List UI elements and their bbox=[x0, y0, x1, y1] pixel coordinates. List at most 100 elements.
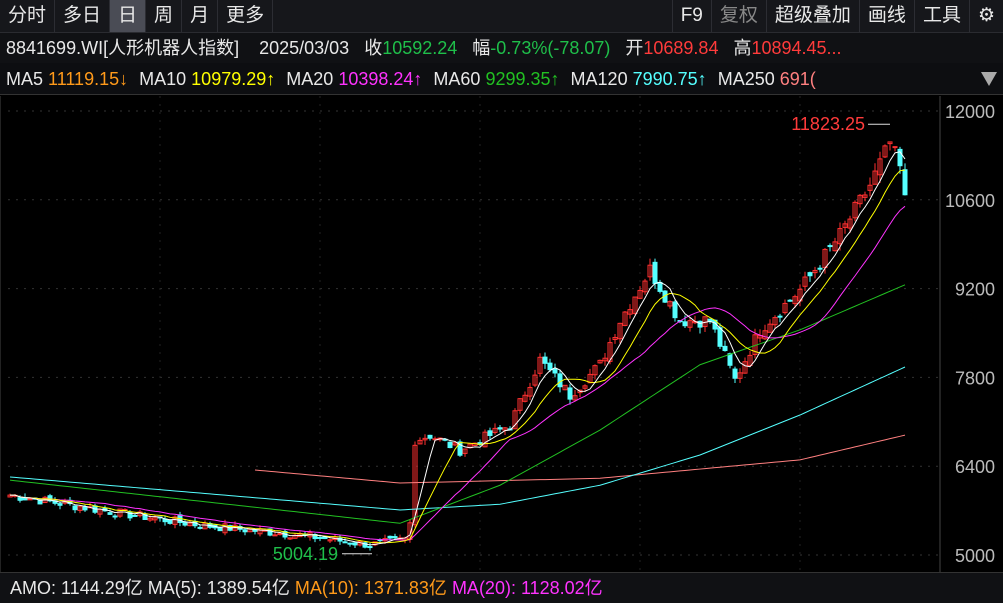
candle-down bbox=[72, 505, 78, 511]
kline-chart[interactable]: 12000 10600 9200 7800 6400 5000 11823.25 5004.1… bbox=[0, 96, 1003, 572]
y-tick-label: 9200 bbox=[955, 280, 995, 300]
candle-down bbox=[342, 541, 348, 544]
tab-intraday[interactable]: 分时 bbox=[0, 0, 56, 32]
candle-down bbox=[557, 373, 563, 388]
candle-down bbox=[427, 434, 433, 439]
min-price-label: 5004.19 bbox=[273, 544, 338, 564]
ma5-label: MA5 bbox=[6, 69, 44, 89]
candle-down bbox=[807, 272, 813, 277]
ma120-value: 7990.75↑ bbox=[632, 69, 707, 89]
amo-ma5: MA(5): 1389.54亿 bbox=[147, 578, 290, 598]
amo-ma10: MA(10): 1371.83亿 bbox=[294, 578, 447, 598]
ma250-label: MA250 bbox=[717, 69, 775, 89]
candle-down bbox=[197, 526, 203, 529]
candle-down bbox=[387, 535, 393, 539]
open-value: 10689.84 bbox=[643, 38, 719, 58]
candle-down bbox=[717, 327, 723, 347]
candle-down bbox=[722, 345, 728, 352]
ma60-label: MA60 bbox=[433, 69, 481, 89]
change-value: -0.73%(-78.07) bbox=[490, 38, 611, 58]
candle-down bbox=[827, 245, 833, 248]
candle-down bbox=[392, 536, 398, 539]
ma20-value: 10398.24↑ bbox=[338, 69, 423, 89]
candle-down bbox=[697, 320, 703, 328]
candle-down bbox=[132, 514, 138, 517]
change-label: 幅 bbox=[472, 38, 491, 58]
tab-weekly[interactable]: 周 bbox=[146, 0, 183, 32]
tools-button[interactable]: 工具 bbox=[915, 0, 970, 32]
candle-down bbox=[817, 267, 823, 270]
candle-down bbox=[352, 542, 358, 546]
ma-legend: MA5 11119.15↓ MA10 10979.29↑ MA20 10398.… bbox=[0, 63, 1003, 95]
ma60-value: 9299.35↑ bbox=[485, 69, 560, 89]
candle-down bbox=[652, 261, 658, 284]
max-price-label: 11823.25 bbox=[791, 114, 865, 134]
index-name: 8841699.WI[人形机器人指数] bbox=[6, 38, 240, 58]
candle-down bbox=[777, 315, 783, 318]
candle-down bbox=[487, 430, 493, 436]
candle-down bbox=[707, 318, 713, 322]
high-value: 10894.45... bbox=[751, 38, 842, 58]
y-tick-label: 6400 bbox=[955, 457, 995, 477]
ma10-label: MA10 bbox=[139, 69, 187, 89]
candle-down bbox=[497, 427, 503, 430]
y-tick-label: 10600 bbox=[945, 191, 995, 211]
ma20-label: MA20 bbox=[286, 69, 334, 89]
candle-down bbox=[672, 301, 678, 319]
candle-down bbox=[727, 353, 733, 366]
amo-legend: AMO: 1144.29亿 MA(5): 1389.54亿 MA(10): 13… bbox=[0, 572, 1003, 603]
candle-down bbox=[167, 519, 173, 524]
candle-down bbox=[682, 321, 688, 327]
amo-ma20: MA(20): 1128.02亿 bbox=[451, 578, 603, 598]
close-value: 10592.24 bbox=[382, 38, 458, 58]
candle-down bbox=[657, 281, 663, 292]
ma5-value: 11119.15↓ bbox=[48, 69, 129, 89]
candle-down bbox=[567, 387, 573, 400]
candle-down bbox=[107, 512, 113, 515]
candle-down bbox=[552, 368, 558, 374]
candle-up bbox=[272, 534, 278, 537]
high-label: 高 bbox=[733, 38, 752, 58]
candle-down bbox=[317, 536, 323, 539]
tab-multi-day[interactable]: 多日 bbox=[55, 0, 111, 32]
candle-down bbox=[367, 546, 373, 549]
tab-more[interactable]: 更多 bbox=[218, 0, 274, 32]
y-tick-label: 5000 bbox=[955, 546, 995, 566]
gear-icon[interactable]: ⚙ bbox=[970, 0, 1003, 32]
candle-up bbox=[892, 146, 898, 149]
candle-down bbox=[17, 497, 23, 501]
candle-down bbox=[902, 169, 908, 196]
tab-monthly[interactable]: 月 bbox=[182, 0, 219, 32]
candle-down bbox=[242, 529, 248, 533]
candle-down bbox=[57, 503, 63, 506]
y-tick-label: 12000 bbox=[945, 102, 995, 122]
candle-down bbox=[542, 356, 548, 364]
tab-daily[interactable]: 日 bbox=[110, 0, 147, 32]
candle-down bbox=[252, 529, 258, 532]
candle-down bbox=[447, 441, 453, 449]
date: 2025/03/03 bbox=[259, 38, 350, 58]
candle-down bbox=[547, 362, 553, 371]
ma250-value: 691( bbox=[779, 69, 816, 89]
adjust-button[interactable]: 复权 bbox=[712, 0, 767, 32]
ma10-value: 10979.29↑ bbox=[191, 69, 276, 89]
candle-down bbox=[82, 506, 88, 511]
candle-down bbox=[732, 368, 738, 379]
candle-down bbox=[787, 299, 793, 302]
amo-value: AMO: 1144.29亿 bbox=[10, 578, 143, 598]
candle-up bbox=[27, 498, 33, 501]
candle-down bbox=[347, 542, 353, 545]
f9-button[interactable]: F9 bbox=[671, 0, 712, 32]
open-label: 开 bbox=[625, 38, 644, 58]
period-toolbar: 分时 多日 日 周 月 更多 F9 复权 超级叠加 画线 工具 ⚙ bbox=[0, 0, 1003, 33]
quote-info: 8841699.WI[人形机器人指数] 2025/03/03 收10592.24… bbox=[0, 33, 1003, 63]
ma120-label: MA120 bbox=[570, 69, 628, 89]
chart-background bbox=[0, 96, 1003, 572]
close-label: 收 bbox=[364, 38, 383, 58]
candle-down bbox=[112, 515, 118, 518]
draw-button[interactable]: 画线 bbox=[860, 0, 915, 32]
candle-down bbox=[217, 526, 223, 532]
overlay-button[interactable]: 超级叠加 bbox=[767, 0, 860, 32]
expand-triangle-icon[interactable] bbox=[981, 72, 997, 86]
y-tick-label: 7800 bbox=[955, 368, 995, 388]
